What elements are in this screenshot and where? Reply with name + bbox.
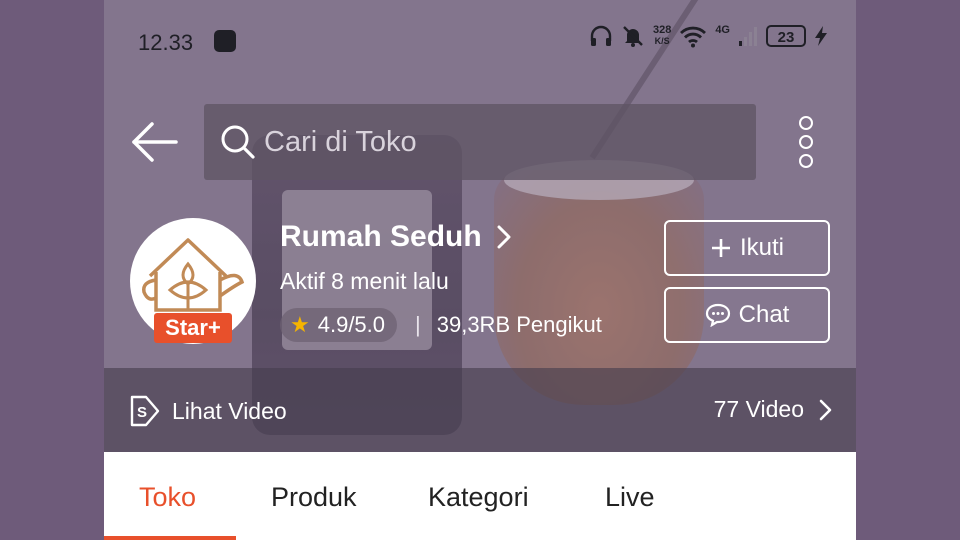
status-time: 12.33 (138, 30, 194, 55)
active-status: Aktif 8 menit lalu (280, 268, 449, 294)
back-button[interactable] (130, 120, 180, 164)
star-icon: ★ (290, 312, 310, 337)
video-icon: S (130, 395, 160, 427)
followers-count[interactable]: 39,3RB Pengikut (437, 312, 602, 338)
divider: | (415, 312, 421, 337)
active-tab-indicator (104, 536, 236, 540)
search-placeholder: Cari di Toko (264, 126, 417, 158)
view-video-label: Lihat Video (172, 397, 287, 424)
network-type: 4G (715, 24, 730, 36)
notification-icon (214, 30, 236, 52)
shop-search-input[interactable]: Cari di Toko (204, 104, 756, 180)
more-vertical-icon (799, 116, 813, 130)
rating-pill[interactable]: ★ 4.9/5.0 (280, 308, 398, 342)
status-bar: 12.33 328 K/S 4G 23 (104, 18, 856, 66)
chevron-right-icon (819, 399, 832, 420)
video-count-link[interactable]: 77 Video (714, 396, 832, 423)
bell-muted-icon (623, 26, 643, 47)
follow-label: Ikuti (739, 234, 784, 261)
wifi-icon (680, 26, 707, 48)
shop-tabs: Toko Produk Kategori Live (104, 452, 856, 540)
battery-level: 23 (766, 25, 806, 47)
search-icon (221, 125, 255, 159)
follow-button[interactable]: Ikuti (664, 220, 830, 276)
tab-live[interactable]: Live (605, 482, 655, 513)
arrow-left-icon (132, 122, 178, 162)
video-bar: S Lihat Video 77 Video (104, 368, 856, 452)
headphones-icon (590, 25, 612, 46)
charging-icon (815, 26, 827, 46)
more-options-button[interactable] (794, 116, 818, 172)
shop-name: Rumah Seduh (280, 220, 482, 253)
net-speed: 328 K/S (652, 24, 672, 47)
star-plus-badge: Star+ (154, 313, 232, 343)
shop-stats: ★ 4.9/5.0 | 39,3RB Pengikut (280, 308, 602, 342)
view-video-link[interactable]: S Lihat Video (128, 394, 287, 428)
svg-text:S: S (137, 404, 147, 421)
tab-kategori[interactable]: Kategori (428, 482, 529, 513)
rating-value: 4.9/5.0 (317, 312, 386, 337)
tab-toko[interactable]: Toko (139, 482, 196, 513)
tab-produk[interactable]: Produk (271, 482, 357, 513)
chat-bubble-icon (705, 303, 730, 327)
signal-icon (739, 27, 757, 46)
shop-name-link[interactable]: Rumah Seduh (280, 220, 512, 254)
chat-button[interactable]: Chat (664, 287, 830, 343)
video-count: 77 Video (713, 396, 804, 422)
phone-screen: 12.33 328 K/S 4G 23 Cari di Toko Star+ R… (104, 0, 856, 540)
plus-icon (711, 239, 730, 257)
chevron-right-icon (497, 225, 511, 249)
chat-label: Chat (738, 301, 790, 328)
